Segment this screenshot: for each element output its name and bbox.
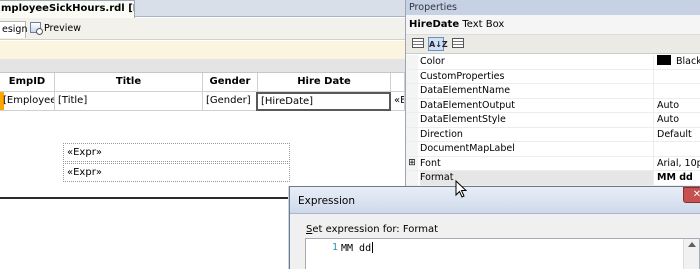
- column-handle-row[interactable]: [0, 59, 405, 73]
- properties-toolbar: A↓Z: [406, 35, 700, 54]
- design-band: [0, 41, 405, 59]
- document-tab[interactable]: mployeeSickHours.rdl [Design]*: [0, 0, 135, 18]
- property-value[interactable]: MM dd: [657, 171, 700, 185]
- expression-dialog: Expression ✕ Set expression for: Format …: [289, 186, 700, 269]
- tab-preview[interactable]: Preview: [26, 21, 86, 38]
- header-cell-title[interactable]: Title: [55, 73, 203, 92]
- expression-text: MM dd: [341, 242, 374, 254]
- property-value[interactable]: Auto: [657, 99, 700, 113]
- property-row-dataelementname[interactable]: DataElementName: [406, 84, 700, 99]
- property-value[interactable]: Default: [657, 128, 700, 142]
- header-cell-gender[interactable]: Gender: [203, 73, 258, 92]
- property-row-documentmaplabel[interactable]: DocumentMapLabel: [406, 142, 700, 157]
- text-caret: [372, 242, 374, 253]
- property-name: Font: [420, 156, 654, 170]
- color-swatch-icon: [657, 55, 671, 65]
- selected-object-name: HireDate: [409, 19, 460, 30]
- property-value[interactable]: [657, 70, 700, 84]
- mouse-pointer-icon: [455, 180, 468, 198]
- expression-textbox[interactable]: «Expr»: [63, 163, 290, 182]
- detail-cell-empid[interactable]: [Employeel: [0, 92, 55, 111]
- property-name: DataElementStyle: [420, 113, 654, 127]
- header-cell-next[interactable]: [391, 73, 405, 92]
- object-selector[interactable]: HireDate Text Box: [406, 15, 700, 35]
- detail-cell-hiredate[interactable]: [HireDate]: [256, 92, 391, 111]
- property-row-format[interactable]: Format MM dd: [406, 171, 700, 186]
- header-cell-empid[interactable]: EmpID: [0, 73, 55, 92]
- property-name: Color: [420, 55, 654, 69]
- expression-editor[interactable]: 1 MM dd: [305, 238, 700, 269]
- dialog-title: Expression: [298, 195, 355, 207]
- design-surface: EmpID Title Gender Hire Date [Employeel …: [0, 59, 405, 198]
- preview-icon: [30, 22, 43, 35]
- property-name: CustomProperties: [420, 69, 654, 83]
- vertical-scrollbar[interactable]: [683, 239, 699, 269]
- property-value[interactable]: [657, 84, 700, 98]
- detail-cell-title[interactable]: [Title]: [55, 92, 203, 111]
- scroll-up-arrow-icon[interactable]: [688, 242, 696, 247]
- header-cell-hiredate[interactable]: Hire Date: [258, 73, 391, 92]
- selected-object-type: Text Box: [462, 19, 505, 30]
- property-value[interactable]: [657, 142, 700, 156]
- expand-plus-icon[interactable]: ⊞: [406, 156, 418, 170]
- expression-textbox[interactable]: «Expr»: [63, 143, 290, 162]
- expression-prompt-label: Set expression for: Format: [306, 224, 439, 235]
- alphabetical-sort-icon[interactable]: A↓Z: [428, 37, 448, 51]
- property-row-direction[interactable]: Direction Default: [406, 127, 700, 142]
- close-icon[interactable]: ✕: [683, 187, 700, 203]
- property-value[interactable]: Black: [657, 55, 700, 69]
- detail-cell-gender[interactable]: [Gender]: [203, 92, 258, 111]
- properties-title: Properties: [406, 0, 700, 15]
- property-name: DataElementName: [420, 84, 654, 98]
- categorized-icon[interactable]: [410, 37, 426, 51]
- view-tab-bar: esign Preview: [0, 18, 405, 40]
- property-row-customproperties[interactable]: CustomProperties: [406, 69, 700, 84]
- property-name: DocumentMapLabel: [420, 142, 654, 156]
- property-name: DataElementOutput: [420, 98, 654, 112]
- dialog-titlebar[interactable]: Expression ✕: [290, 187, 700, 214]
- property-value[interactable]: Auto: [657, 113, 700, 127]
- property-row-color[interactable]: Color Black: [406, 55, 700, 70]
- property-row-dataelementstyle[interactable]: DataElementStyle Auto: [406, 113, 700, 128]
- property-value[interactable]: Arial, 10pt: [657, 157, 700, 171]
- property-pages-icon[interactable]: [450, 37, 466, 51]
- line-number: 1: [332, 242, 339, 253]
- detail-cell-next[interactable]: «E: [391, 92, 405, 111]
- document-tab-strip: mployeeSickHours.rdl [Design]*: [0, 0, 405, 18]
- tab-preview-label: Preview: [44, 23, 81, 34]
- property-name: Direction: [420, 127, 654, 141]
- property-row-font[interactable]: ⊞ Font Arial, 10pt: [406, 156, 700, 171]
- property-row-dataelementoutput[interactable]: DataElementOutput Auto: [406, 98, 700, 113]
- tab-design[interactable]: esign: [0, 21, 28, 38]
